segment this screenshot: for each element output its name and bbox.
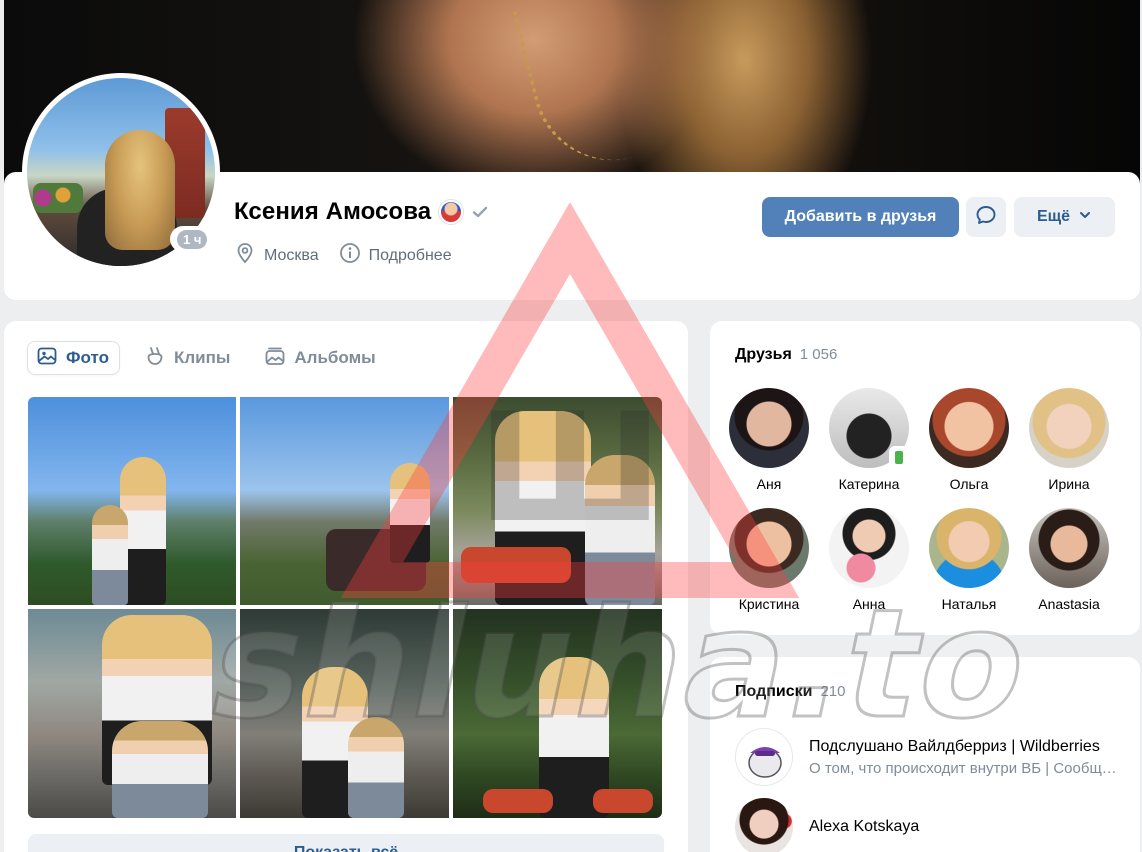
photo-atv [461, 547, 571, 583]
message-button[interactable] [966, 197, 1006, 237]
photo-thumbnail[interactable] [453, 397, 662, 605]
tab-albums-label: Альбомы [294, 348, 376, 367]
image-icon [36, 345, 58, 372]
friend-name: Ирина [1048, 476, 1090, 492]
photo-thumbnail[interactable] [28, 609, 236, 818]
tab-clips[interactable]: Клипы [136, 341, 240, 375]
profile-page: 1 ч Ксения Амосова Москва Подробнее Доба… [0, 0, 1142, 852]
media-tabs: Фото Клипы Альбомы [27, 341, 386, 375]
friend-avatar [929, 508, 1009, 588]
photo-person [92, 505, 128, 605]
subscription-avatar [735, 798, 793, 852]
subscriptions-count: 210 [820, 683, 846, 700]
photo-thumbnail[interactable] [240, 397, 449, 605]
more-button[interactable]: Ещё [1014, 197, 1115, 237]
friend-avatar [729, 508, 809, 588]
friend-item[interactable]: Катерина [819, 388, 919, 492]
mobile-online-icon [889, 446, 909, 468]
friends-title: Друзья [735, 346, 792, 363]
tab-albums[interactable]: Альбомы [256, 341, 385, 375]
chevron-down-icon [1078, 208, 1092, 227]
checkmark-icon [471, 203, 489, 221]
friend-name: Катерина [838, 476, 900, 492]
friend-item[interactable]: Ольга [919, 388, 1019, 492]
friend-item[interactable]: Наталья [919, 508, 1019, 612]
photo-person [585, 455, 655, 605]
friend-avatar [1029, 388, 1109, 468]
avatar-flowers [33, 183, 83, 213]
add-friend-button[interactable]: Добавить в друзья [762, 197, 959, 237]
photo-person [348, 717, 404, 818]
details-text: Подробнее [368, 246, 452, 264]
subscriptions-header[interactable]: Подписки 210 [735, 683, 846, 701]
friend-name: Кристина [738, 596, 800, 612]
friend-item[interactable]: Аня [719, 388, 819, 492]
subscription-item[interactable]: Alexa Kotskaya [735, 798, 919, 852]
friend-avatar [829, 388, 909, 468]
status-emoji-icon[interactable] [439, 200, 464, 224]
profile-meta-row: Москва Подробнее [234, 242, 452, 269]
albums-icon [264, 345, 286, 372]
friend-name: Аня [756, 476, 782, 492]
tab-photos-label: Фото [66, 348, 109, 367]
friend-item[interactable]: Кристина [719, 508, 819, 612]
photo-person [112, 721, 208, 818]
subscriptions-title: Подписки [735, 683, 813, 700]
friend-name: Анна [852, 596, 886, 612]
photo-person [390, 463, 430, 563]
photo-thumbnail[interactable] [453, 609, 662, 818]
subscription-item[interactable]: Подслушано Вайлдберриз | Wildberries О т… [735, 728, 1119, 786]
info-icon [339, 242, 361, 269]
subscription-title: Alexa Kotskaya [809, 818, 920, 835]
message-bubble-icon [975, 204, 997, 231]
photo-atv [483, 789, 553, 813]
online-status-text: 1 ч [177, 229, 208, 249]
tab-photos[interactable]: Фото [27, 341, 120, 375]
subscription-description: О том, что происходит внутри ВБ | Сообще… [809, 759, 1119, 777]
photo-thumbnail[interactable] [28, 397, 236, 605]
clips-icon [144, 345, 166, 372]
subscription-title: Подслушано Вайлдберриз | Wildberries [809, 737, 1100, 755]
location-item: Москва [234, 242, 319, 269]
friend-avatar [929, 388, 1009, 468]
friend-avatar [1029, 508, 1109, 588]
cover-chain-detail [512, 0, 632, 178]
city-text: Москва [264, 246, 319, 264]
avatar-person-hair [105, 130, 175, 250]
location-pin-icon [234, 242, 256, 269]
subscription-text: Подслушано Вайлдберриз | Wildberries О т… [809, 738, 1119, 777]
profile-name: Ксения Амосова [234, 198, 432, 225]
friends-header[interactable]: Друзья 1 056 [735, 346, 837, 364]
friend-item[interactable]: Ирина [1019, 388, 1119, 492]
photo-atv [593, 789, 653, 813]
details-link[interactable]: Подробнее [339, 242, 452, 269]
friend-avatar [729, 388, 809, 468]
photo-thumbnail[interactable] [240, 609, 449, 818]
friend-item[interactable]: Анна [819, 508, 919, 612]
friend-avatar [829, 508, 909, 588]
friend-name: Ольга [949, 476, 989, 492]
show-all-photos-button[interactable]: Показать всё [28, 834, 664, 852]
profile-name-row: Ксения Амосова [234, 198, 489, 226]
friend-name: Наталья [941, 596, 997, 612]
friend-item[interactable]: Anastasia [1019, 508, 1119, 612]
friends-count: 1 056 [799, 346, 838, 363]
tab-clips-label: Клипы [173, 348, 231, 367]
subscription-avatar [735, 728, 793, 786]
online-status-badge: 1 ч [170, 226, 215, 252]
friend-name: Anastasia [1038, 596, 1100, 612]
more-label: Ещё [1036, 208, 1071, 225]
photo-grid [28, 397, 664, 819]
subscription-text: Alexa Kotskaya [809, 818, 919, 836]
